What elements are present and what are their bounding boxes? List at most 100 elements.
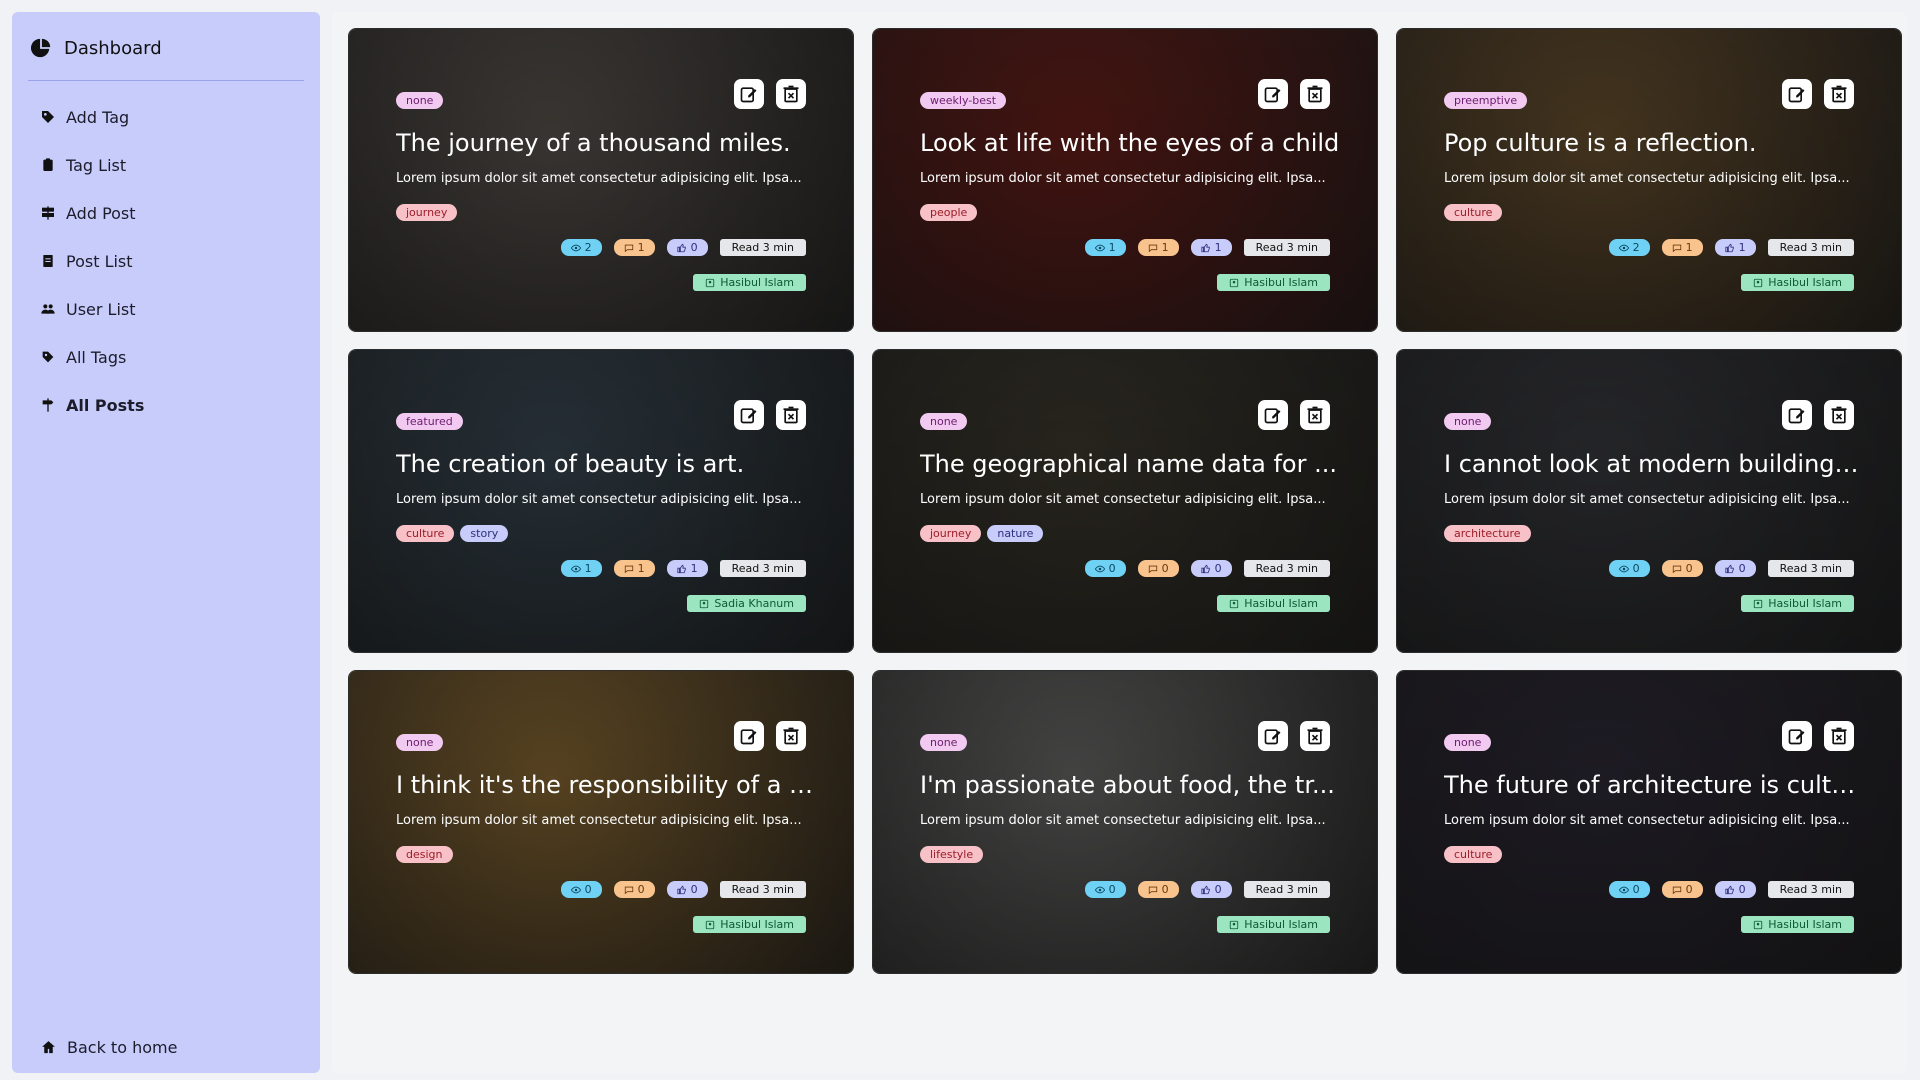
delete-button[interactable] xyxy=(1824,400,1854,430)
card-actions xyxy=(1258,79,1330,109)
delete-button[interactable] xyxy=(776,400,806,430)
tag-pill[interactable]: lifestyle xyxy=(920,846,984,863)
edit-button[interactable] xyxy=(1782,721,1812,751)
comments-badge: 1 xyxy=(1137,239,1179,256)
post-title[interactable]: Pop culture is a reflection. xyxy=(1444,129,1864,157)
edit-button[interactable] xyxy=(734,79,764,109)
comments-count: 1 xyxy=(637,241,645,254)
author-badge[interactable]: Sadia Khanum xyxy=(687,595,806,612)
delete-button[interactable] xyxy=(1824,79,1854,109)
tag-pill[interactable]: culture xyxy=(1444,204,1503,221)
comment-icon xyxy=(624,886,633,894)
views-count: 0 xyxy=(1632,883,1640,896)
comments-badge: 0 xyxy=(1137,881,1179,898)
likes-count: 0 xyxy=(690,883,698,896)
sidebar-item-all-posts[interactable]: All Posts xyxy=(28,381,304,429)
delete-button[interactable] xyxy=(776,721,806,751)
author-badge[interactable]: Hasibul Islam xyxy=(1217,595,1330,612)
sidebar-item-label: User List xyxy=(66,299,136,319)
edit-button[interactable] xyxy=(1782,79,1812,109)
views-badge: 1 xyxy=(560,560,602,577)
eye-icon xyxy=(570,244,581,251)
user-badge-icon xyxy=(1230,599,1239,608)
delete-button[interactable] xyxy=(1300,400,1330,430)
tag-pill[interactable]: culture xyxy=(396,525,455,542)
author-badge[interactable]: Hasibul Islam xyxy=(693,916,806,933)
featured-badge: none xyxy=(1444,734,1492,751)
author-wrap: Hasibul Islam xyxy=(1741,916,1854,933)
tag-pill[interactable]: design xyxy=(396,846,453,863)
tag-pill[interactable]: architecture xyxy=(1444,525,1531,542)
author-badge[interactable]: Hasibul Islam xyxy=(1741,595,1854,612)
tag-pill[interactable]: journey xyxy=(396,204,458,221)
read-time-badge: Read 3 min xyxy=(1767,239,1854,256)
featured-badge: featured xyxy=(396,413,463,430)
post-tags: design xyxy=(396,846,453,863)
comments-count: 0 xyxy=(1685,562,1693,575)
likes-count: 1 xyxy=(690,562,698,575)
delete-button[interactable] xyxy=(1300,721,1330,751)
tag-pill[interactable]: story xyxy=(460,525,509,542)
edit-button[interactable] xyxy=(1258,400,1288,430)
author-name: Hasibul Islam xyxy=(1244,276,1318,289)
tag-pill[interactable]: people xyxy=(920,204,978,221)
sidebar-item-add-post[interactable]: Add Post xyxy=(28,189,304,237)
author-badge[interactable]: Hasibul Islam xyxy=(1217,274,1330,291)
back-to-home-link[interactable]: Back to home xyxy=(40,1038,177,1057)
thumbs-up-icon xyxy=(1201,564,1210,573)
post-title[interactable]: The future of architecture is cultu... xyxy=(1444,771,1864,799)
sidebar-item-add-tag[interactable]: Add Tag xyxy=(28,93,304,141)
read-time-badge: Read 3 min xyxy=(1767,881,1854,898)
trash-icon xyxy=(783,406,799,424)
author-name: Hasibul Islam xyxy=(1244,597,1318,610)
views-badge: 0 xyxy=(1084,560,1126,577)
author-badge[interactable]: Hasibul Islam xyxy=(1741,274,1854,291)
post-title[interactable]: The geographical name data for ... xyxy=(920,450,1340,478)
featured-badge: none xyxy=(396,734,444,751)
tag-pill[interactable]: nature xyxy=(987,525,1044,542)
comment-icon xyxy=(1148,244,1157,252)
edit-button[interactable] xyxy=(734,721,764,751)
sidebar-item-all-tags[interactable]: All Tags xyxy=(28,333,304,381)
author-wrap: Hasibul Islam xyxy=(1217,916,1330,933)
sidebar-item-user-list[interactable]: User List xyxy=(28,285,304,333)
delete-button[interactable] xyxy=(1824,721,1854,751)
author-wrap: Hasibul Islam xyxy=(693,274,806,291)
author-wrap: Hasibul Islam xyxy=(693,916,806,933)
post-excerpt: Lorem ipsum dolor sit amet consectetur a… xyxy=(920,492,1326,507)
author-badge[interactable]: Hasibul Islam xyxy=(1217,916,1330,933)
trash-icon xyxy=(1831,406,1847,424)
sidebar-item-label: Add Post xyxy=(66,203,136,223)
post-stats: 2 1 0 Read 3 min xyxy=(560,239,806,256)
post-title[interactable]: Look at life with the eyes of a child xyxy=(920,129,1340,157)
post-card: preemptive Pop culture is a reflection. Lo… xyxy=(1396,28,1902,332)
dashboard-header[interactable]: Dashboard xyxy=(28,30,304,66)
edit-button[interactable] xyxy=(734,400,764,430)
user-badge-icon xyxy=(1230,920,1239,929)
author-badge[interactable]: Hasibul Islam xyxy=(693,274,806,291)
tag-pill[interactable]: culture xyxy=(1444,846,1503,863)
post-title[interactable]: The journey of a thousand miles. xyxy=(396,129,816,157)
edit-button[interactable] xyxy=(1782,400,1812,430)
views-count: 0 xyxy=(584,883,592,896)
post-title[interactable]: The creation of beauty is art. xyxy=(396,450,816,478)
post-title[interactable]: I'm passionate about food, the tr... xyxy=(920,771,1340,799)
delete-button[interactable] xyxy=(1300,79,1330,109)
comments-count: 1 xyxy=(637,562,645,575)
edit-button[interactable] xyxy=(1258,79,1288,109)
sign-icon xyxy=(42,206,54,220)
delete-button[interactable] xyxy=(776,79,806,109)
trash-icon xyxy=(783,727,799,745)
eye-icon xyxy=(1618,244,1629,251)
post-title[interactable]: I think it's the responsibility of a d..… xyxy=(396,771,816,799)
comments-badge: 0 xyxy=(1137,560,1179,577)
sidebar-item-label: Tag List xyxy=(66,155,127,175)
post-stats: 0 0 0 Read 3 min xyxy=(1608,560,1854,577)
post-title[interactable]: I cannot look at modern buildings... xyxy=(1444,450,1864,478)
tag-pill[interactable]: journey xyxy=(920,525,982,542)
author-badge[interactable]: Hasibul Islam xyxy=(1741,916,1854,933)
edit-button[interactable] xyxy=(1258,721,1288,751)
sidebar-item-post-list[interactable]: Post List xyxy=(28,237,304,285)
sidebar-item-tag-list[interactable]: Tag List xyxy=(28,141,304,189)
likes-badge: 0 xyxy=(1190,881,1232,898)
